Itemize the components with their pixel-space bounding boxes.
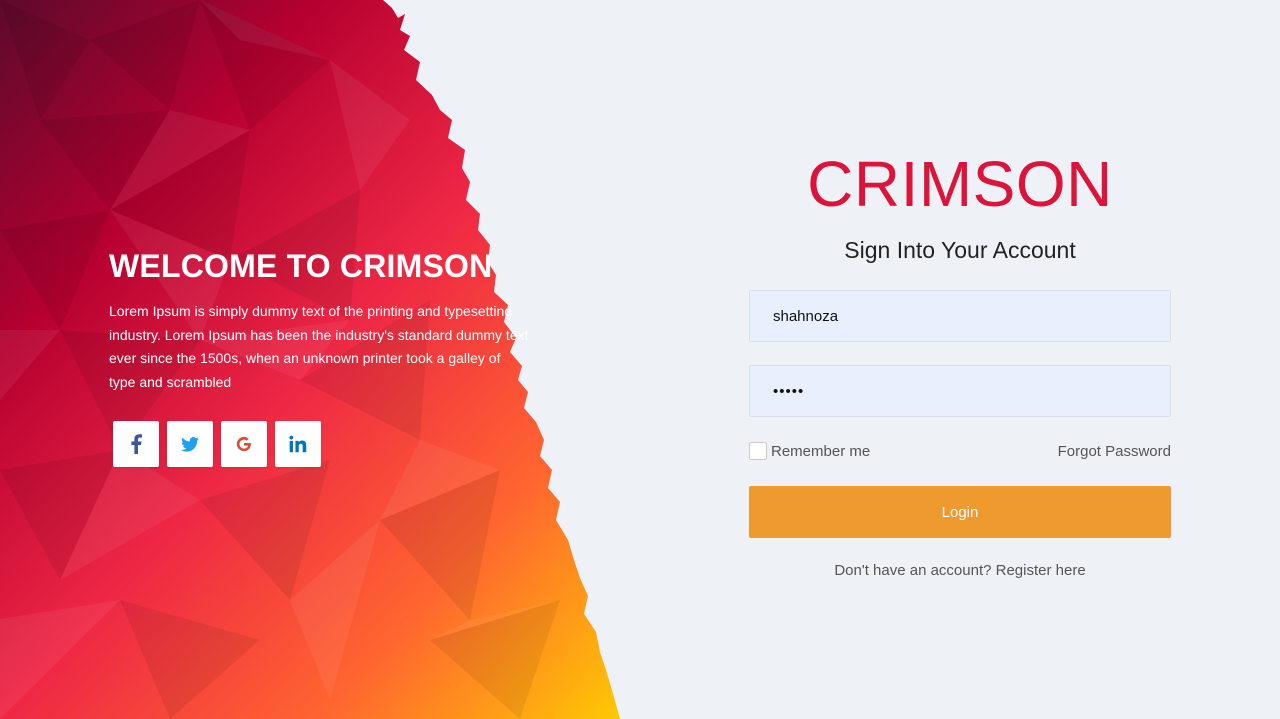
forgot-password-link[interactable]: Forgot Password: [1058, 443, 1171, 460]
register-link[interactable]: Don't have an account? Register here: [749, 562, 1171, 579]
login-subtitle: Sign Into Your Account: [844, 237, 1076, 263]
social-links: [113, 421, 321, 467]
google-button[interactable]: [221, 421, 267, 467]
login-button[interactable]: Login: [749, 486, 1171, 538]
facebook-button[interactable]: [113, 421, 159, 467]
google-icon: [236, 436, 251, 452]
remember-me-checkbox[interactable]: [749, 442, 767, 460]
password-input[interactable]: [749, 365, 1171, 417]
welcome-title: WELCOME TO CRIMSON: [109, 248, 493, 284]
twitter-icon: [181, 436, 199, 452]
welcome-description: Lorem Ipsum is simply dummy text of the …: [109, 303, 529, 390]
facebook-icon: [131, 434, 142, 454]
twitter-button[interactable]: [167, 421, 213, 467]
linkedin-button[interactable]: [275, 421, 321, 467]
remember-me-toggle[interactable]: Remember me: [749, 442, 870, 460]
welcome-section: WELCOME TO CRIMSON Lorem Ipsum is simply…: [109, 247, 529, 394]
remember-me-label: Remember me: [771, 442, 871, 460]
login-options-row: Remember me Forgot Password: [749, 440, 1171, 462]
username-input[interactable]: [749, 290, 1171, 342]
linkedin-icon: [289, 435, 307, 453]
login-panel: CRIMSON Sign Into Your Account Remember …: [749, 150, 1171, 579]
brand-title: CRIMSON: [807, 148, 1113, 220]
